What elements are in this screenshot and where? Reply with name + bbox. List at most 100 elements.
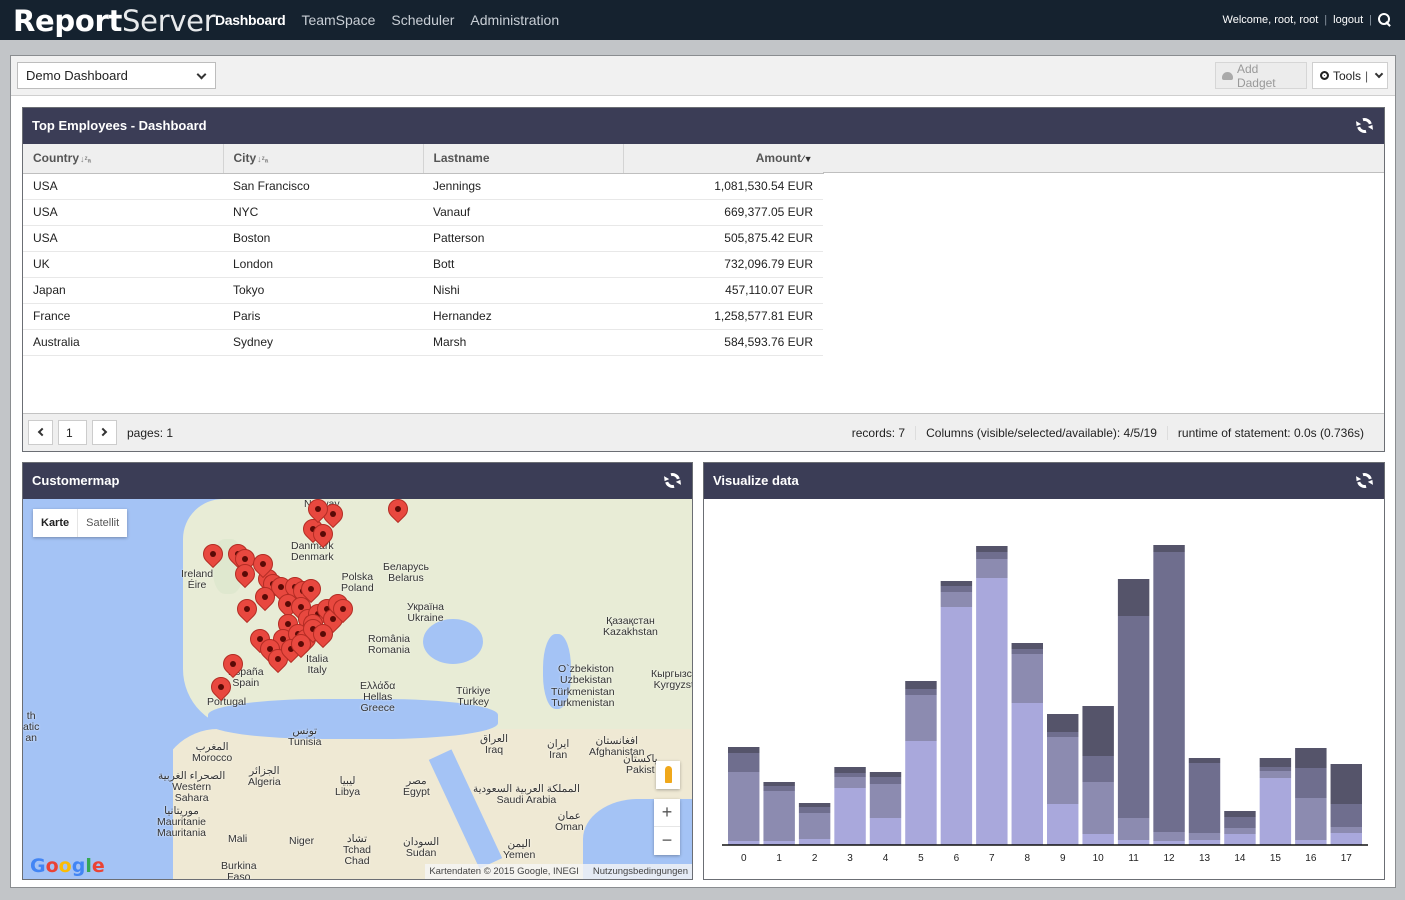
bar-3-series-4[interactable] <box>834 767 866 773</box>
bar-4-series-4[interactable] <box>869 772 902 777</box>
bar-10-series-3[interactable] <box>1082 756 1114 782</box>
search-icon[interactable] <box>1378 13 1391 26</box>
bar-6-series-4[interactable] <box>940 581 973 586</box>
google-map[interactable]: Ireland Éire Danmark Denmark Polska Poland… <box>23 499 692 879</box>
bar-9-series-3[interactable] <box>1047 732 1079 737</box>
bar-5-series-4[interactable] <box>905 681 937 689</box>
bar-9-series-1[interactable] <box>1047 804 1079 845</box>
bar-15-series-4[interactable] <box>1259 758 1292 767</box>
column-header-country[interactable]: Country↓ᶻₐ <box>23 144 224 174</box>
bar-15-series-2[interactable] <box>1259 771 1292 778</box>
prev-page-button[interactable] <box>28 420 53 445</box>
nav-scheduler[interactable]: Scheduler <box>391 12 454 28</box>
bar-15-series-1[interactable] <box>1259 778 1292 845</box>
table-row[interactable]: UK London Bott 732,096.79 EUR <box>23 251 823 278</box>
column-header-amount[interactable]: Amount⁄▼ <box>623 144 824 174</box>
map-type-satellit[interactable]: Satellit <box>78 509 127 537</box>
table-row[interactable]: Japan Tokyo Nishi 457,110.07 EUR <box>23 277 823 304</box>
bar-4-series-2[interactable] <box>869 784 902 818</box>
bar-9-series-2[interactable] <box>1047 737 1079 804</box>
bar-17-series-1[interactable] <box>1330 833 1362 845</box>
page-number-input[interactable]: 1 <box>58 420 87 445</box>
bar-6-series-3[interactable] <box>940 586 973 592</box>
bar-0-series-2[interactable] <box>728 772 760 841</box>
bar-14-series-3[interactable] <box>1224 817 1256 828</box>
bar-4-series-1[interactable] <box>869 818 902 845</box>
bar-4-series-3[interactable] <box>869 777 902 784</box>
bar-14-series-4[interactable] <box>1224 811 1256 817</box>
bar-1-series-4[interactable] <box>763 782 795 786</box>
bar-16-series-2[interactable] <box>1295 798 1327 840</box>
logout-link[interactable]: logout <box>1333 14 1363 26</box>
dashboard-select[interactable]: Demo Dashboard <box>17 62 216 89</box>
bar-7-series-2[interactable] <box>976 559 1008 578</box>
bar-17-series-4[interactable] <box>1330 764 1362 804</box>
bar-0-series-3[interactable] <box>728 753 760 772</box>
street-view-pegman-icon[interactable] <box>656 761 680 789</box>
bar-5-series-3[interactable] <box>905 689 937 695</box>
bar-10-series-2[interactable] <box>1082 782 1114 834</box>
reportserver-logo[interactable]: ReportServer <box>13 4 216 38</box>
map-type-karte[interactable]: Karte <box>33 509 79 537</box>
bar-5-series-2[interactable] <box>905 695 937 741</box>
bar-11-series-4[interactable] <box>1117 579 1150 616</box>
table-row[interactable]: Australia Sydney Marsh 584,593.76 EUR <box>23 329 823 356</box>
bar-2-series-1[interactable] <box>798 839 831 845</box>
bar-16-series-4[interactable] <box>1295 748 1327 768</box>
bar-11-series-2[interactable] <box>1117 818 1150 840</box>
bar-14-series-2[interactable] <box>1224 828 1256 834</box>
bar-7-series-3[interactable] <box>976 552 1008 559</box>
bar-13-series-3[interactable] <box>1188 763 1221 833</box>
tools-button[interactable]: Tools | <box>1312 62 1388 89</box>
bar-0-series-4[interactable] <box>728 747 760 753</box>
terms-link[interactable]: Nutzungsbedingungen <box>593 866 688 877</box>
bar-9-series-4[interactable] <box>1047 714 1079 732</box>
bar-11-series-3[interactable] <box>1117 616 1150 818</box>
bar-3-series-1[interactable] <box>834 788 866 845</box>
table-row[interactable]: USA San Francisco Jennings 1,081,530.54 EUR <box>23 173 823 200</box>
bar-16-series-3[interactable] <box>1295 768 1327 798</box>
bar-8-series-2[interactable] <box>1011 654 1043 703</box>
refresh-icon[interactable] <box>1354 470 1375 491</box>
table-row[interactable]: USA Boston Patterson 505,875.42 EUR <box>23 225 823 252</box>
nav-dashboard[interactable]: Dashboard <box>215 12 286 28</box>
bar-8-series-4[interactable] <box>1011 643 1043 649</box>
add-dadget-button[interactable]: Add Dadget <box>1215 62 1307 90</box>
bar-7-series-4[interactable] <box>976 546 1008 552</box>
bar-17-series-2[interactable] <box>1330 827 1362 833</box>
bar-12-series-4[interactable] <box>1153 545 1185 552</box>
nav-administration[interactable]: Administration <box>470 12 559 28</box>
bar-3-series-3[interactable] <box>834 773 866 777</box>
bar-2-series-2[interactable] <box>798 813 831 839</box>
bar-12-series-2[interactable] <box>1153 832 1185 841</box>
bar-13-series-2[interactable] <box>1188 833 1221 840</box>
bar-6-series-2[interactable] <box>940 592 973 607</box>
bar-8-series-1[interactable] <box>1011 703 1043 845</box>
nav-teamspace[interactable]: TeamSpace <box>301 12 375 28</box>
bar-7-series-1[interactable] <box>976 578 1008 845</box>
zoom-in-button[interactable]: + <box>654 799 680 827</box>
bar-2-series-3[interactable] <box>798 807 831 813</box>
column-header-city[interactable]: City↓ᶻₐ <box>223 144 424 174</box>
bar-10-series-1[interactable] <box>1082 834 1114 845</box>
bar-12-series-3[interactable] <box>1153 552 1185 832</box>
zoom-out-button[interactable]: − <box>654 827 680 855</box>
next-page-button[interactable] <box>92 420 117 445</box>
table-row[interactable]: France Paris Hernandez 1,258,577.81 EUR <box>23 303 823 330</box>
bar-1-series-3[interactable] <box>763 786 795 791</box>
bar-14-series-1[interactable] <box>1224 834 1256 845</box>
bar-8-series-3[interactable] <box>1011 649 1043 654</box>
bar-17-series-3[interactable] <box>1330 804 1362 827</box>
bar-13-series-4[interactable] <box>1188 758 1221 763</box>
bar-5-series-1[interactable] <box>905 741 937 845</box>
column-header-lastname[interactable]: Lastname <box>423 144 624 174</box>
refresh-icon[interactable] <box>1354 115 1375 136</box>
bar-3-series-2[interactable] <box>834 777 866 788</box>
bar-15-series-3[interactable] <box>1259 767 1292 771</box>
refresh-icon[interactable] <box>662 470 683 491</box>
bar-6-series-1[interactable] <box>940 607 973 845</box>
bar-1-series-2[interactable] <box>763 791 795 841</box>
table-row[interactable]: USA NYC Vanauf 669,377.05 EUR <box>23 199 823 226</box>
bar-2-series-4[interactable] <box>798 803 831 807</box>
bar-10-series-4[interactable] <box>1082 706 1114 756</box>
